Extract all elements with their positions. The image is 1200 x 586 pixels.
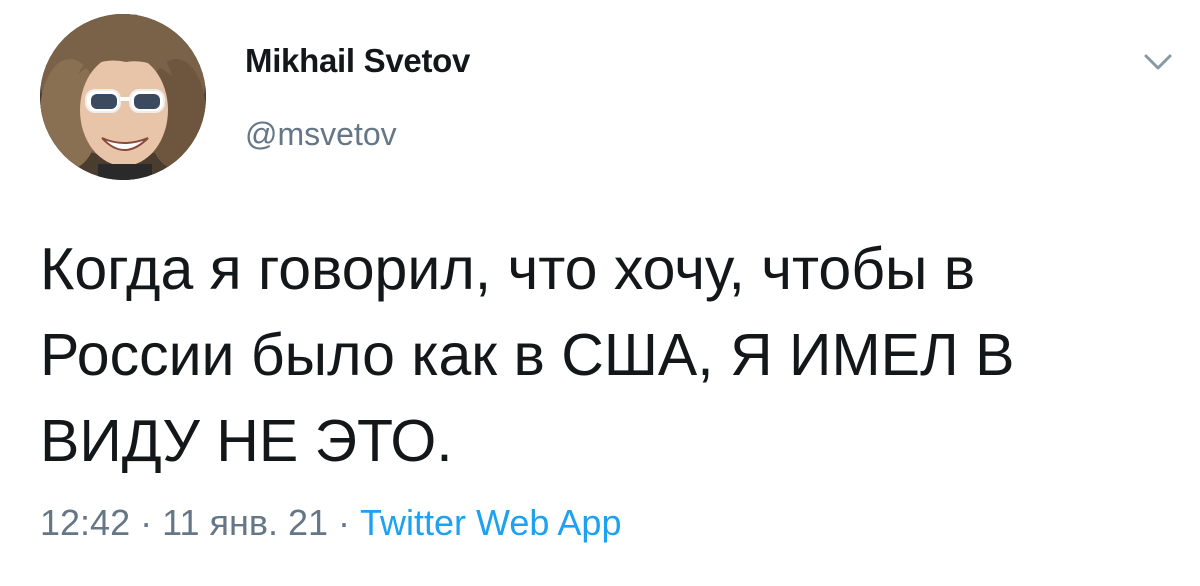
meta-separator: · xyxy=(140,502,153,543)
author-handle[interactable]: @msvetov xyxy=(245,116,397,153)
meta-separator: · xyxy=(338,502,351,543)
tweet-card: Mikhail Svetov @msvetov Когда я говорил,… xyxy=(0,0,1200,586)
avatar-photo-icon xyxy=(40,14,206,180)
tweet-meta: 12:42 · 11 янв. 21 · Twitter Web App xyxy=(40,502,621,544)
tweet-menu-button[interactable] xyxy=(1138,44,1178,78)
tweet-date[interactable]: 11 янв. 21 xyxy=(162,502,328,543)
tweet-source-link[interactable]: Twitter Web App xyxy=(360,502,621,543)
author-display-name[interactable]: Mikhail Svetov xyxy=(245,42,470,80)
user-avatar[interactable] xyxy=(40,14,206,180)
tweet-text: Когда я говорил, что хочу, чтобы в Росси… xyxy=(40,236,1015,474)
tweet-time[interactable]: 12:42 xyxy=(40,502,130,543)
chevron-down-icon xyxy=(1144,54,1172,70)
